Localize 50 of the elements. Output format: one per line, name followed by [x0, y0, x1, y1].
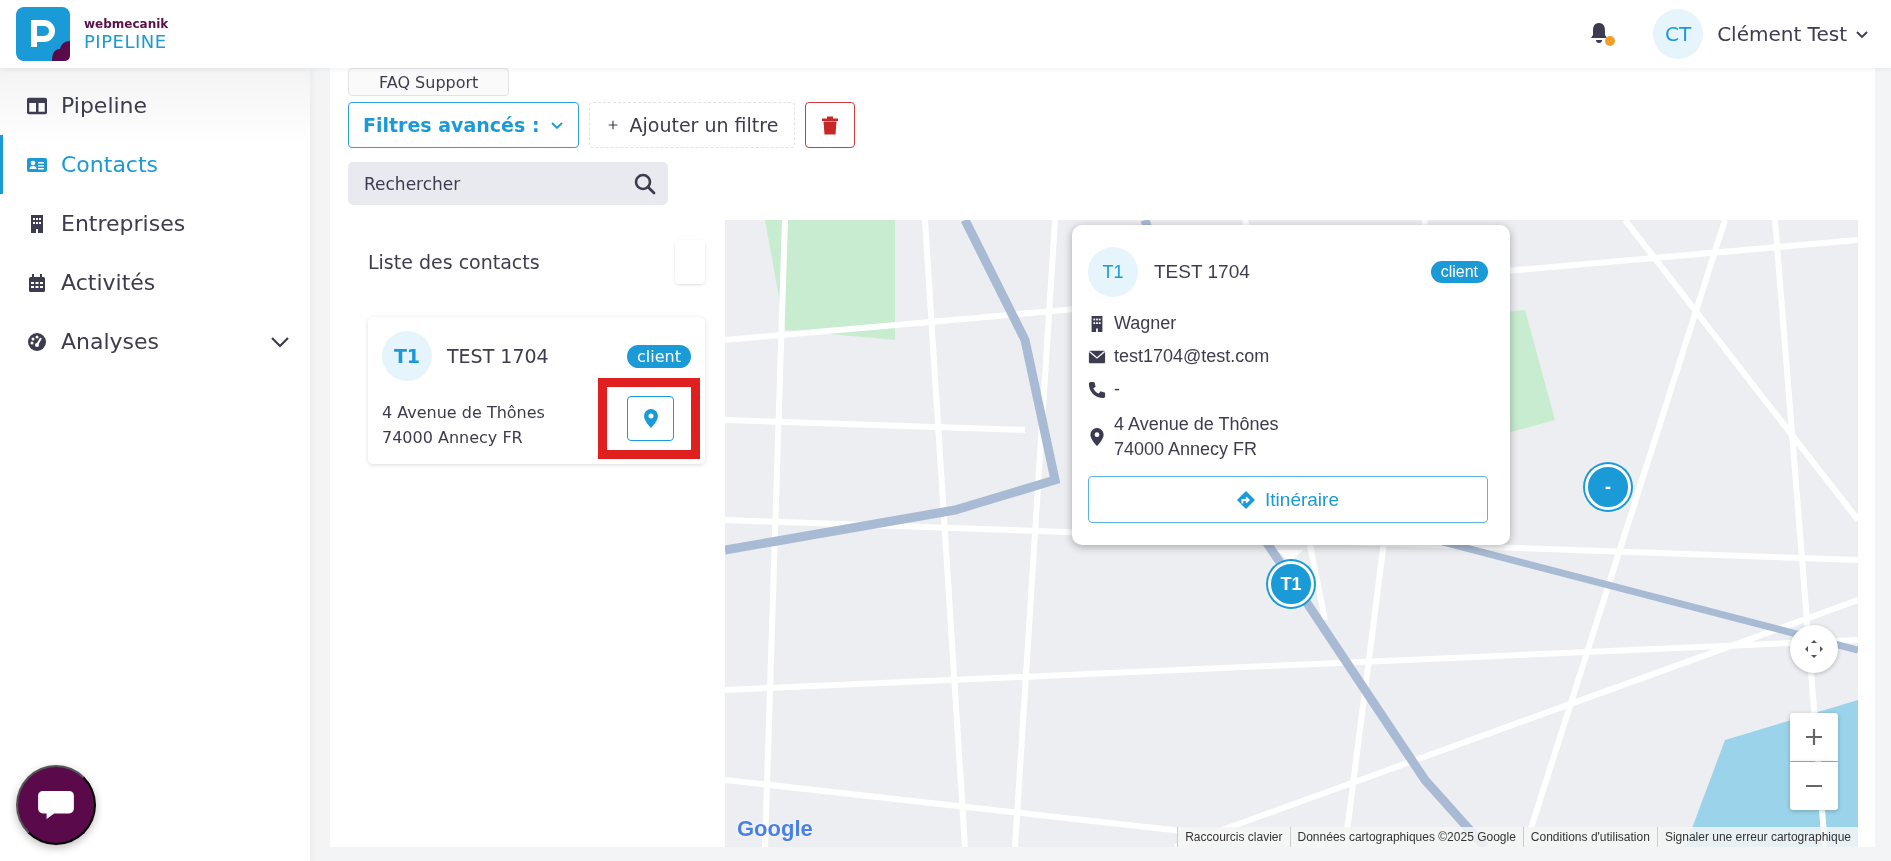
expand-icon: [1804, 639, 1824, 659]
pin-icon: [1088, 428, 1106, 446]
sidebar-item[interactable]: Analyses: [0, 312, 310, 371]
attribution-link[interactable]: Données cartographiques ©2025 Google: [1289, 827, 1523, 847]
sidebar-item[interactable]: Pipeline: [0, 76, 310, 135]
minus-icon: [1806, 784, 1822, 788]
zoom-in-button[interactable]: [1790, 713, 1838, 761]
contact-card[interactable]: T1 TEST 1704 client 4 Avenue de Thônes 74000 Annecy FR: [368, 317, 705, 464]
chat-button[interactable]: [16, 765, 96, 845]
status-tag: client: [627, 344, 691, 368]
status-tag: client: [1430, 261, 1488, 283]
contact-name: TEST 1704: [447, 345, 550, 367]
locate-button[interactable]: [627, 396, 674, 441]
chat-icon: [37, 789, 75, 821]
contact-avatar: T1: [1088, 247, 1138, 297]
trash-icon: [822, 115, 839, 135]
contact-avatar: T1: [382, 331, 432, 381]
contact-address: 4 Avenue de Thônes 74000 Annecy FR: [382, 402, 545, 449]
map-logo: Google: [737, 816, 813, 842]
list-title: Liste des contacts: [368, 251, 540, 273]
contact-email: test1704@test.com: [1114, 346, 1270, 367]
gauge-icon: [27, 331, 47, 352]
phone-icon: [1088, 380, 1106, 399]
caret-icon: [549, 120, 564, 131]
contact-phone: -: [1114, 379, 1120, 400]
user-menu-button[interactable]: Clément Test: [1717, 22, 1869, 46]
plus-icon: [1804, 727, 1824, 747]
attribution-link[interactable]: Signaler une erreur cartographique: [1656, 827, 1858, 847]
sidebar-item[interactable]: Entreprises: [0, 194, 310, 253]
caret-icon: [1855, 29, 1869, 39]
user-avatar: CT: [1653, 9, 1704, 59]
directions-icon: [1237, 490, 1256, 509]
calendar-icon: [27, 272, 47, 293]
contact-address: 4 Avenue de Thônes 74000 Annecy FR: [1114, 413, 1279, 461]
board-icon: [27, 95, 47, 116]
chevron-icon: [270, 335, 290, 348]
search-icon[interactable]: [634, 173, 656, 196]
attribution-link[interactable]: Conditions d'utilisation: [1522, 827, 1657, 847]
search-field[interactable]: Rechercher: [348, 162, 668, 205]
delete-button[interactable]: [805, 102, 856, 149]
contact-name: TEST 1704: [1154, 261, 1251, 283]
attribution-link[interactable]: Raccourcis clavier: [1177, 827, 1290, 847]
brand-name: webmecanik: [84, 16, 169, 31]
company-name: Wagner: [1114, 313, 1177, 334]
pin-icon: [643, 409, 658, 428]
logo-icon[interactable]: [16, 7, 70, 61]
sidebar-item[interactable]: Activités: [0, 253, 310, 312]
add-filter-button[interactable]: Ajouter un filtre: [588, 102, 796, 149]
faq-button[interactable]: FAQ Support: [348, 68, 510, 97]
product-name: PIPELINE: [84, 30, 168, 52]
